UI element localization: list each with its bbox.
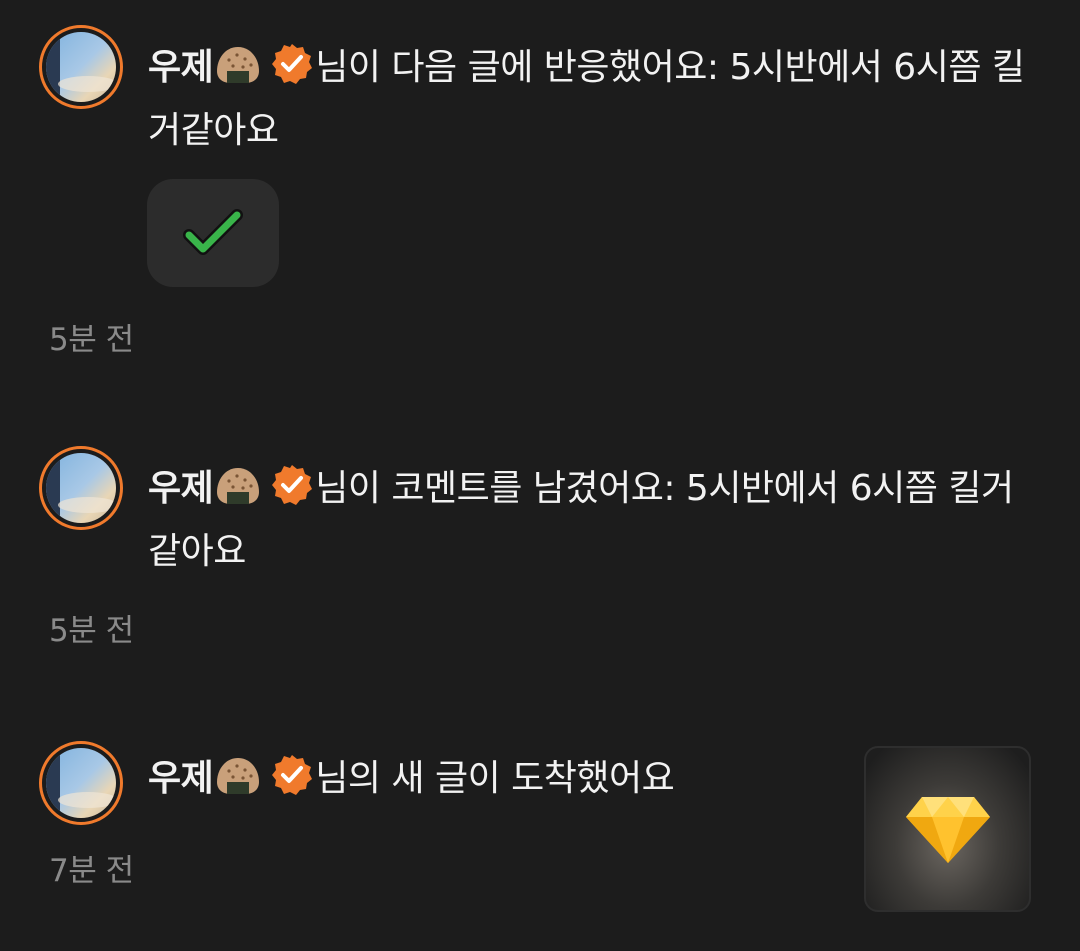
notification-message: 님의 새 글이 도착했어요 [315,758,675,799]
notification-item[interactable]: 우제 님의 새 글이 도착했어요 7분 전 [0,0,1080,951]
notification-text: 우제 님의 새 글이 도착했어요 [148,750,838,813]
username[interactable]: 우제 [148,758,214,799]
rice-ball-icon [215,756,261,813]
sky-photo-avatar-icon [46,748,116,818]
post-thumbnail[interactable] [864,746,1031,912]
avatar[interactable] [39,741,123,825]
verified-badge-icon [271,754,313,813]
gem-icon [905,797,990,863]
notification-feed: 우제 님이 다음 글에 반응했어요: 5시반에서 6시쯤 킬거같아요 5분 전 … [0,0,1080,951]
timestamp: 7분 전 [49,853,134,889]
